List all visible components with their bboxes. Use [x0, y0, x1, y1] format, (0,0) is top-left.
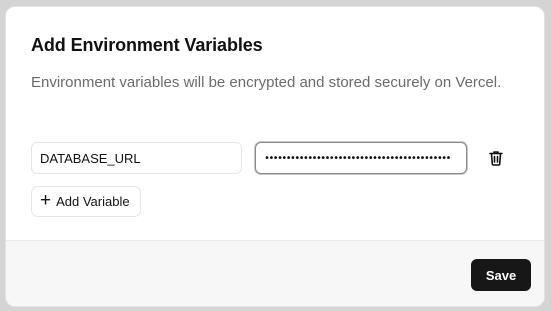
dialog-footer: Save: [6, 240, 544, 306]
plus-icon: +: [40, 190, 52, 211]
dialog-description: Environment variables will be encrypted …: [31, 74, 502, 91]
add-variable-label: Add Variable: [56, 194, 130, 209]
env-variable-row: [31, 142, 521, 174]
add-variable-button[interactable]: + Add Variable: [31, 186, 141, 217]
add-env-variables-dialog: Add Environment Variables Environment va…: [5, 6, 545, 307]
dialog-title: Add Environment Variables: [31, 35, 263, 55]
trash-icon: [489, 151, 503, 166]
variable-key-input[interactable]: [31, 142, 242, 174]
delete-variable-button[interactable]: [487, 149, 505, 167]
save-button[interactable]: Save: [471, 259, 531, 291]
variable-value-input[interactable]: [255, 142, 467, 174]
